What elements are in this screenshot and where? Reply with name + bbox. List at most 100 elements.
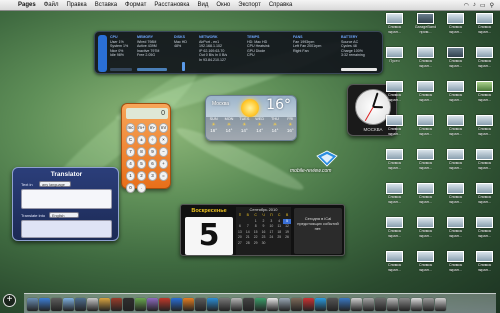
dock-app-icon[interactable] xyxy=(243,298,254,311)
calculator-key[interactable]: 2 xyxy=(137,171,146,181)
desktop-file-icon[interactable]: Снимок экран... xyxy=(442,47,469,68)
calendar-date[interactable]: 27 xyxy=(236,241,244,247)
dock-app-icon[interactable] xyxy=(171,298,182,311)
calculator-key[interactable]: C xyxy=(126,135,135,145)
dock-app-icon[interactable] xyxy=(51,298,62,311)
dock-app-icon[interactable] xyxy=(327,298,338,311)
calendar-date[interactable]: 28 xyxy=(244,241,252,247)
istat-widget[interactable]: CPU User 1% System 1% Nice 0% Idle 98% MEM… xyxy=(94,31,383,74)
dock-app-icon[interactable] xyxy=(339,298,350,311)
dock-app-icon[interactable] xyxy=(351,298,362,311)
desktop-file-icon[interactable]: Снимок экран... xyxy=(412,251,439,272)
desktop-file-icon[interactable]: Снимок экран... xyxy=(412,81,439,102)
dock-app-icon[interactable] xyxy=(387,298,398,311)
dock-app-icon[interactable] xyxy=(63,298,74,311)
dock-app-icon[interactable] xyxy=(411,298,422,311)
desktop-file-icon[interactable]: Снимок экран... xyxy=(471,81,498,102)
istat-handle[interactable] xyxy=(98,35,107,72)
desktop-file-icon[interactable]: Снимок экран... xyxy=(381,217,408,238)
add-widget-button[interactable]: + xyxy=(3,294,16,307)
dock-app-icon[interactable] xyxy=(219,298,230,311)
dock-app-icon[interactable] xyxy=(315,298,326,311)
calendar-widget[interactable]: Воскресенье 5 Сентябрь 2010 ПВСЧПСВ12345… xyxy=(180,204,345,256)
dock-app-icon[interactable] xyxy=(87,298,98,311)
dock-app-icon[interactable] xyxy=(39,298,50,311)
desktop-file-icon[interactable]: Снимок экран... xyxy=(471,183,498,204)
desktop-file-icon[interactable]: Снимок экран... xyxy=(442,115,469,136)
dock-app-icon[interactable] xyxy=(255,298,266,311)
desktop-file-icon[interactable]: Снимок экран... xyxy=(442,251,469,272)
calendar-date[interactable] xyxy=(283,241,291,247)
calendar-date[interactable] xyxy=(275,241,283,247)
source-text-area[interactable] xyxy=(21,189,112,209)
calculator-key[interactable]: 0 xyxy=(126,183,135,193)
desktop-file-icon[interactable]: Снимок экран... xyxy=(471,13,498,34)
menu-item-view[interactable]: Вид xyxy=(193,2,212,8)
calculator-key[interactable]: 7 xyxy=(126,147,135,157)
from-language-select[interactable]: any language xyxy=(39,181,71,187)
dock-app-icon[interactable] xyxy=(399,298,410,311)
menu-item-export[interactable]: Экспорт xyxy=(234,2,265,8)
desktop-file-icon[interactable]: Снимок экран... xyxy=(412,217,439,238)
dock-app-icon[interactable] xyxy=(135,298,146,311)
desktop-file-icon[interactable]: Снимок экран... xyxy=(412,47,439,68)
dock-app-icon[interactable] xyxy=(303,298,314,311)
desktop-file-icon[interactable]: Пусто xyxy=(381,47,408,64)
desktop-file-icon[interactable]: Снимок экран... xyxy=(471,47,498,68)
dock-app-icon[interactable] xyxy=(75,298,86,311)
dock-app-icon[interactable] xyxy=(27,298,38,311)
wifi-icon[interactable]: ◠ xyxy=(464,2,469,9)
dock-app-icon[interactable] xyxy=(111,298,122,311)
desktop-file-icon[interactable]: Снимок экран... xyxy=(471,115,498,136)
calendar-date[interactable] xyxy=(267,241,275,247)
calculator-widget[interactable]: 0 mc m+ m-mr C ± ÷ × 7 8 9− 4 5 6 +1 2 3 = 0. xyxy=(121,103,171,193)
dock-app-icon[interactable] xyxy=(123,298,134,311)
calculator-key[interactable]: m- xyxy=(148,123,157,133)
desktop-file-icon[interactable]: Снимок экран... xyxy=(381,81,408,102)
calendar-date[interactable]: 29 xyxy=(252,241,260,247)
desktop-file-icon[interactable]: Снимок экран... xyxy=(442,183,469,204)
calculator-key[interactable]: × xyxy=(159,135,168,145)
translator-widget[interactable]: Translator Text in any language Translat… xyxy=(12,167,119,241)
menu-item-insert[interactable]: Вставка xyxy=(91,2,121,8)
menu-item-help[interactable]: Справка xyxy=(265,2,297,8)
calendar-date[interactable]: 30 xyxy=(260,241,268,247)
menu-item-window[interactable]: Окно xyxy=(212,2,234,8)
dock-app-icon[interactable] xyxy=(423,298,434,311)
battery-icon[interactable]: ▭ xyxy=(480,2,486,9)
calculator-key[interactable]: 6 xyxy=(148,159,157,169)
calculator-key[interactable]: 3 xyxy=(148,171,157,181)
dock-app-icon[interactable] xyxy=(375,298,386,311)
desktop-file-icon[interactable]: Снимок экран... xyxy=(381,251,408,272)
calculator-key[interactable]: m+ xyxy=(137,123,146,133)
desktop-file-icon[interactable]: Снимок экран... xyxy=(471,217,498,238)
calculator-key[interactable]: 9 xyxy=(148,147,157,157)
calculator-key[interactable]: . xyxy=(137,183,146,193)
dock-app-icon[interactable] xyxy=(99,298,110,311)
menu-item-app[interactable]: Pages xyxy=(14,2,40,8)
dock-app-icon[interactable] xyxy=(195,298,206,311)
desktop-file-icon[interactable]: Снимок экран... xyxy=(412,149,439,170)
desktop-file-icon[interactable]: Снимок экран... xyxy=(471,149,498,170)
calculator-key[interactable]: − xyxy=(159,147,168,157)
menu-item-format[interactable]: Формат xyxy=(121,2,150,8)
menu-item-file[interactable]: Файл xyxy=(40,2,63,8)
dock-app-icon[interactable] xyxy=(231,298,242,311)
calculator-key[interactable]: 5 xyxy=(137,159,146,169)
desktop-file-icon[interactable]: Снимок экран... xyxy=(412,183,439,204)
dock-app-icon[interactable] xyxy=(279,298,290,311)
volume-icon[interactable]: ♪ xyxy=(473,2,476,8)
dock-app-icon[interactable] xyxy=(291,298,302,311)
weather-widget[interactable]: Москва 16° SUN ☀ 16° MON ☀ 14° TUES ☀ 14° WED ☀ 14°… xyxy=(205,95,297,141)
calculator-key[interactable]: = xyxy=(159,171,168,181)
desktop-file-icon[interactable]: Снимок экран... xyxy=(381,13,408,34)
desktop-file-icon[interactable]: Снимок экран... xyxy=(381,183,408,204)
desktop-file-icon[interactable]: Снимок экран... xyxy=(381,149,408,170)
dock-app-icon[interactable] xyxy=(159,298,170,311)
calculator-key[interactable]: ± xyxy=(137,135,146,145)
calculator-key[interactable]: ÷ xyxy=(148,135,157,145)
dock-app-icon[interactable] xyxy=(147,298,158,311)
calculator-key[interactable]: 1 xyxy=(126,171,135,181)
dock-app-icon[interactable] xyxy=(435,298,446,311)
calculator-key[interactable]: 8 xyxy=(137,147,146,157)
